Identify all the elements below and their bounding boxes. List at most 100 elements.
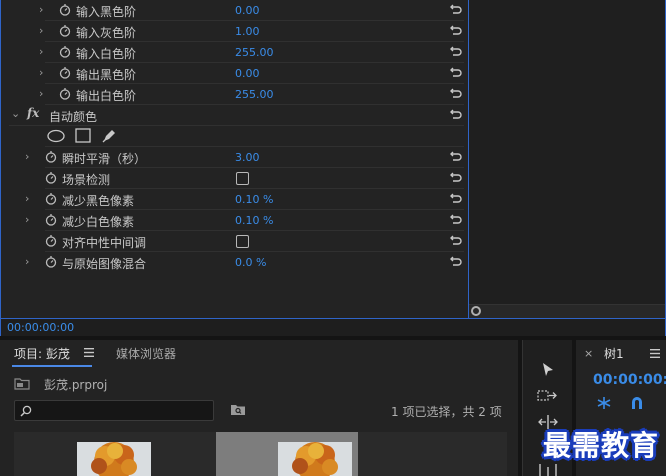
param-row-output-black[interactable]: › 输出黑色阶 0.00 [5, 63, 468, 84]
stopwatch-icon[interactable] [45, 255, 57, 268]
chevron-right-icon[interactable]: › [39, 45, 43, 58]
stopwatch-icon[interactable] [45, 213, 57, 226]
chevron-right-icon[interactable]: › [25, 192, 29, 205]
param-row-blend-with-original[interactable]: › 与原始图像混合 0.0 % [5, 252, 468, 273]
stopwatch-icon[interactable] [59, 87, 71, 100]
param-label: 输入灰色阶 [76, 26, 137, 40]
stopwatch-icon[interactable] [45, 150, 57, 163]
param-row-white-clip[interactable]: › 减少白色像素 0.10 % [5, 210, 468, 231]
chevron-down-icon[interactable]: ⌄ [11, 107, 20, 120]
timeline-zoom-scrollbar[interactable] [469, 304, 665, 318]
stopwatch-icon[interactable] [59, 66, 71, 79]
reset-icon[interactable] [448, 64, 464, 80]
reset-icon[interactable] [448, 211, 464, 227]
stopwatch-icon[interactable] [59, 45, 71, 58]
rectangle-mask-icon[interactable] [75, 128, 91, 143]
param-row-input-black[interactable]: › 输入黑色阶 0.00 [5, 0, 468, 21]
reset-icon[interactable] [448, 106, 464, 122]
param-label: 与原始图像混合 [62, 257, 147, 271]
effect-header-auto-color[interactable]: ⌄ fx 自动颜色 [5, 105, 468, 126]
reset-icon[interactable] [448, 148, 464, 164]
playhead-timecode[interactable]: 00:00:00:00 [7, 321, 74, 334]
param-number[interactable]: 0.10 [235, 193, 260, 206]
chevron-right-icon[interactable]: › [39, 24, 43, 37]
project-items-grid [14, 432, 507, 476]
reset-icon[interactable] [448, 85, 464, 101]
param-row-black-clip[interactable]: › 减少黑色像素 0.10 % [5, 189, 468, 210]
param-value[interactable]: 0.10 % [235, 214, 273, 227]
panel-menu-icon[interactable] [650, 349, 660, 358]
param-number[interactable]: 0.10 [235, 214, 260, 227]
track-select-tool-icon[interactable] [537, 388, 559, 404]
chevron-right-icon[interactable]: › [39, 87, 43, 100]
param-label: 场景检测 [62, 173, 111, 187]
ellipse-mask-icon[interactable] [47, 129, 65, 143]
param-value[interactable]: 1.00 [235, 25, 260, 38]
reset-icon[interactable] [448, 253, 464, 269]
pen-mask-icon[interactable] [101, 127, 118, 144]
chevron-right-icon[interactable]: › [25, 150, 29, 163]
scene-detect-checkbox[interactable] [236, 172, 249, 185]
chevron-right-icon[interactable]: › [25, 255, 29, 268]
stopwatch-icon[interactable] [45, 234, 57, 247]
param-row-temporal-smoothing[interactable]: › 瞬时平滑（秒） 3.00 [5, 147, 468, 168]
effect-timeline-area[interactable] [468, 0, 665, 318]
project-item-thumbnail-selected[interactable] [216, 432, 358, 476]
param-row-scene-detect[interactable]: 场景检测 [5, 168, 468, 189]
param-value[interactable]: 255.00 [235, 46, 274, 59]
project-item-thumbnail[interactable] [14, 432, 216, 476]
project-panel: 项目: 彭茂 媒体浏览器 彭茂.prproj 1 项已选择，共 2 项 [0, 340, 518, 476]
fx-icon[interactable]: fx [27, 106, 39, 120]
find-in-folder-icon[interactable] [230, 403, 246, 416]
param-value[interactable]: 255.00 [235, 88, 274, 101]
effect-controls-footer: 00:00:00:00 [1, 318, 665, 336]
snap-neutral-checkbox[interactable] [236, 235, 249, 248]
param-unit: % [263, 214, 274, 227]
param-value[interactable]: 0.00 [235, 67, 260, 80]
effect-controls-panel: › 输入黑色阶 0.00 › 输入灰色阶 1.00 › 输入白色阶 255.00… [0, 0, 666, 336]
reset-icon[interactable] [448, 232, 464, 248]
reset-icon[interactable] [448, 22, 464, 38]
stopwatch-icon[interactable] [59, 24, 71, 37]
reset-icon[interactable] [448, 169, 464, 185]
param-label: 输出白色阶 [76, 89, 137, 103]
param-row-input-gray[interactable]: › 输入灰色阶 1.00 [5, 21, 468, 42]
slip-tool-icon[interactable] [537, 464, 559, 476]
tab-project[interactable]: 项目: 彭茂 [14, 345, 70, 362]
reset-icon[interactable] [448, 1, 464, 17]
param-number[interactable]: 0.0 [235, 256, 253, 269]
stopwatch-icon[interactable] [45, 192, 57, 205]
chevron-right-icon[interactable]: › [39, 3, 43, 16]
param-label: 输入黑色阶 [76, 5, 137, 19]
nest-toggle-icon[interactable] [596, 396, 612, 410]
selection-tool-icon[interactable] [541, 362, 555, 378]
param-row-input-white[interactable]: › 输入白色阶 255.00 [5, 42, 468, 63]
project-file-name: 彭茂.prproj [44, 378, 108, 392]
tab-media-browser[interactable]: 媒体浏览器 [116, 345, 176, 362]
tab-sequence[interactable]: 树1 [604, 345, 624, 362]
param-value[interactable]: 0.10 % [235, 193, 273, 206]
panel-menu-icon[interactable] [84, 348, 94, 357]
reset-icon[interactable] [448, 190, 464, 206]
reset-icon[interactable] [448, 43, 464, 59]
stopwatch-icon[interactable] [45, 171, 57, 184]
snap-magnet-icon[interactable] [630, 396, 644, 410]
param-row-snap-neutral-midtones[interactable]: 对齐中性中间调 [5, 231, 468, 252]
param-row-output-white[interactable]: › 输出白色阶 255.00 [5, 84, 468, 105]
zoom-handle[interactable] [471, 306, 481, 316]
project-tab-bar: 项目: 彭茂 媒体浏览器 [0, 340, 518, 368]
param-value[interactable]: 0.00 [235, 4, 260, 17]
active-tab-indicator [12, 365, 92, 367]
chevron-right-icon[interactable]: › [25, 213, 29, 226]
effect-name: 自动颜色 [49, 110, 98, 124]
stopwatch-icon[interactable] [59, 3, 71, 16]
param-label: 减少白色像素 [62, 215, 135, 229]
param-value[interactable]: 3.00 [235, 151, 260, 164]
watermark-logo: 最需教育 [543, 429, 660, 462]
sequence-timecode[interactable]: 00:00:00:00 [593, 372, 666, 388]
search-input[interactable] [14, 400, 214, 421]
param-value[interactable]: 0.0 % [235, 256, 266, 269]
chevron-right-icon[interactable]: › [39, 66, 43, 79]
close-icon[interactable]: × [584, 347, 593, 360]
param-label: 输入白色阶 [76, 47, 137, 61]
